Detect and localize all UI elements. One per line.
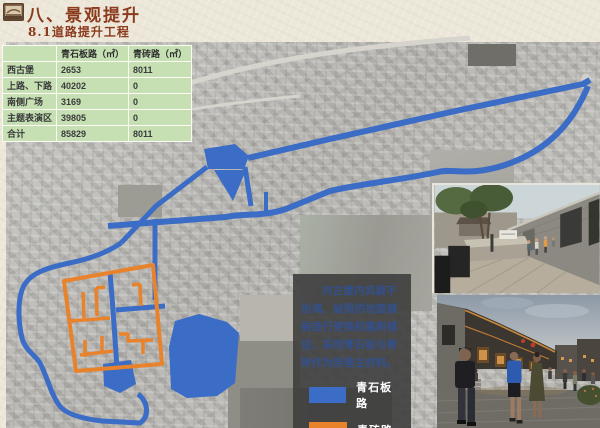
photo-street-dusk (437, 295, 600, 428)
legend-item-stone: 青石板路 (301, 379, 403, 411)
cell-value: 2653 (57, 62, 129, 78)
row-label: 上路、下路 (3, 78, 57, 94)
cell-value: 0 (129, 94, 192, 110)
header-stone-road: 青石板路（㎡） (57, 46, 129, 62)
table-row: 西古堡26538011 (3, 62, 192, 78)
slide: 八、景观提升 8.1道路提升工程 青石板路（㎡） 青砖路（㎡） 西古堡26538… (0, 0, 600, 428)
note-panel: 对古堡内风貌不协调、破损的地面铺装进行更换和重新铺设，采用青石板与青砖作为街巷主… (293, 274, 411, 428)
row-label: 南侧广场 (3, 94, 57, 110)
table-row: 上路、下路402020 (3, 78, 192, 94)
legend-label: 青石板路 (356, 379, 403, 411)
table-row: 南侧广场31690 (3, 94, 192, 110)
legend-swatch-blue (309, 387, 346, 403)
legend-item-brick: 青砖路 (301, 422, 403, 428)
road-table-body: 西古堡26538011上路、下路402020南侧广场31690主题表演区3980… (3, 62, 192, 142)
note-text: 对古堡内风貌不协调、破损的地面铺装进行更换和重新铺设，采用青石板与青砖作为街巷主… (301, 282, 403, 372)
row-label: 主题表演区 (3, 110, 57, 126)
legend-label: 青砖路 (357, 422, 393, 428)
photo-street-daytime (432, 183, 600, 293)
cell-value: 8011 (129, 126, 192, 142)
legend: 青石板路 青砖路 (301, 379, 403, 428)
cell-value: 40202 (57, 78, 129, 94)
performance-area-polygon (169, 314, 239, 398)
legend-swatch-orange (309, 422, 347, 428)
cell-value: 0 (129, 110, 192, 126)
cell-value: 85829 (57, 126, 129, 142)
header-brick-road: 青砖路（㎡） (129, 46, 192, 62)
table-header-row: 青石板路（㎡） 青砖路（㎡） (3, 46, 192, 62)
header-empty (3, 46, 57, 62)
cell-value: 39805 (57, 110, 129, 126)
table-row: 主题表演区398050 (3, 110, 192, 126)
row-label: 西古堡 (3, 62, 57, 78)
cell-value: 8011 (129, 62, 192, 78)
row-label: 合计 (3, 126, 57, 142)
cell-value: 0 (129, 78, 192, 94)
page-subtitle: 8.1道路提升工程 (28, 23, 130, 40)
red-lantern (531, 343, 536, 348)
cell-value: 3169 (57, 94, 129, 110)
red-lantern (521, 339, 525, 343)
seal-bridge-icon (3, 3, 24, 21)
table-row: 合计858298011 (3, 126, 192, 142)
road-area-table: 青石板路（㎡） 青砖路（㎡） 西古堡26538011上路、下路402020南侧广… (2, 45, 192, 142)
